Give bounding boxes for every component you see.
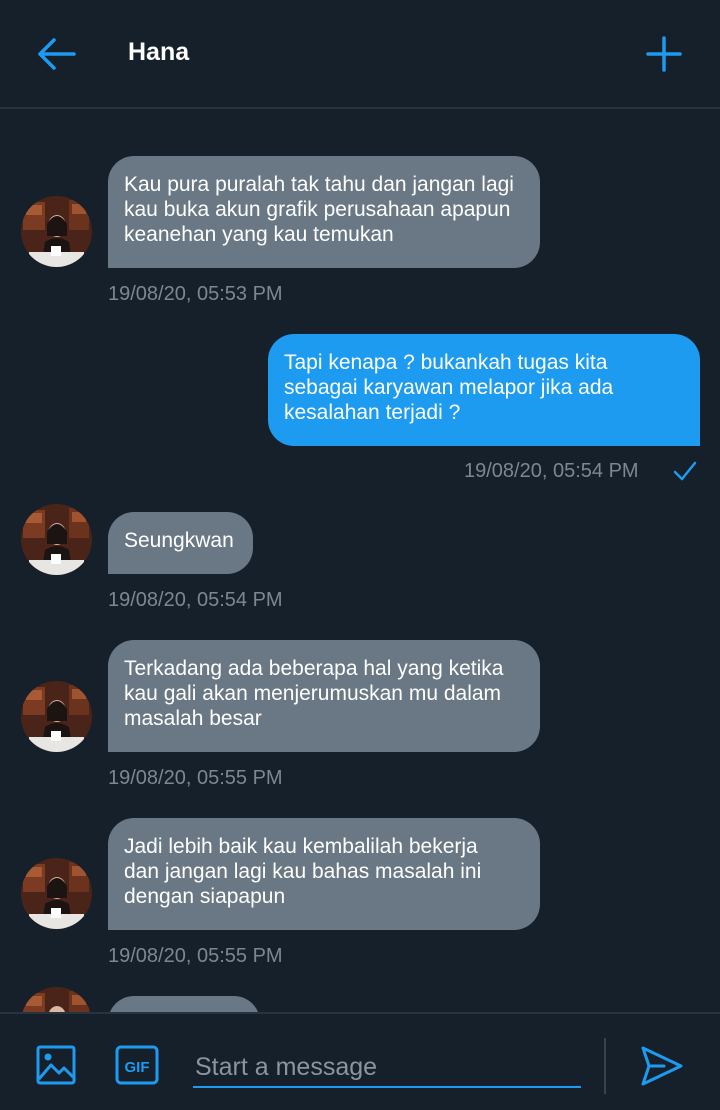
contact-photo bbox=[21, 681, 92, 752]
checkmark-icon bbox=[673, 461, 697, 481]
arrow-left-icon bbox=[38, 38, 76, 70]
avatar[interactable] bbox=[21, 858, 92, 929]
message-timestamp: 19/08/20, 05:54 PM bbox=[108, 589, 283, 611]
gif-icon: GIF bbox=[115, 1045, 159, 1085]
plus-icon bbox=[646, 36, 682, 72]
add-gif-button[interactable]: GIF bbox=[115, 1045, 159, 1085]
back-button[interactable] bbox=[36, 36, 76, 72]
add-image-button[interactable] bbox=[36, 1045, 76, 1085]
message-timestamp: 19/08/20, 05:55 PM bbox=[108, 945, 283, 967]
avatar[interactable] bbox=[21, 681, 92, 752]
send-icon bbox=[641, 1046, 683, 1086]
message-bubble-incoming[interactable]: Terkadang ada beberapa hal yang ketika k… bbox=[108, 640, 540, 752]
avatar[interactable] bbox=[21, 504, 92, 575]
contact-photo bbox=[21, 196, 92, 267]
message-bubble-incoming[interactable]: Kau pura puralah tak tahu dan jangan lag… bbox=[108, 156, 540, 268]
avatar[interactable] bbox=[21, 987, 92, 1012]
chat-header: Hana bbox=[0, 0, 720, 109]
conversation-title: Hana bbox=[128, 38, 190, 66]
message-composer: GIF bbox=[0, 1012, 720, 1110]
avatar[interactable] bbox=[21, 196, 92, 267]
contact-photo bbox=[21, 858, 92, 929]
composer-divider bbox=[604, 1038, 606, 1094]
message-list[interactable]: Kau pura puralah tak tahu dan jangan lag… bbox=[0, 111, 720, 1012]
message-bubble-incoming[interactable]: Seungkwan bbox=[108, 512, 253, 574]
gif-label: GIF bbox=[125, 1059, 150, 1076]
new-message-button[interactable] bbox=[646, 36, 682, 72]
contact-photo bbox=[21, 504, 92, 575]
message-input[interactable] bbox=[193, 1048, 581, 1088]
image-icon bbox=[36, 1045, 76, 1085]
message-bubble-incoming[interactable] bbox=[108, 996, 260, 1012]
send-button[interactable] bbox=[640, 1044, 684, 1088]
message-timestamp: 19/08/20, 05:54 PM bbox=[464, 460, 639, 482]
message-timestamp: 19/08/20, 05:55 PM bbox=[108, 767, 283, 789]
message-bubble-incoming[interactable]: Jadi lebih baik kau kembalilah bekerja d… bbox=[108, 818, 540, 930]
message-timestamp: 19/08/20, 05:53 PM bbox=[108, 283, 283, 305]
contact-photo bbox=[21, 987, 92, 1012]
message-bubble-outgoing[interactable]: Tapi kenapa ? bukankah tugas kita sebaga… bbox=[268, 334, 700, 446]
